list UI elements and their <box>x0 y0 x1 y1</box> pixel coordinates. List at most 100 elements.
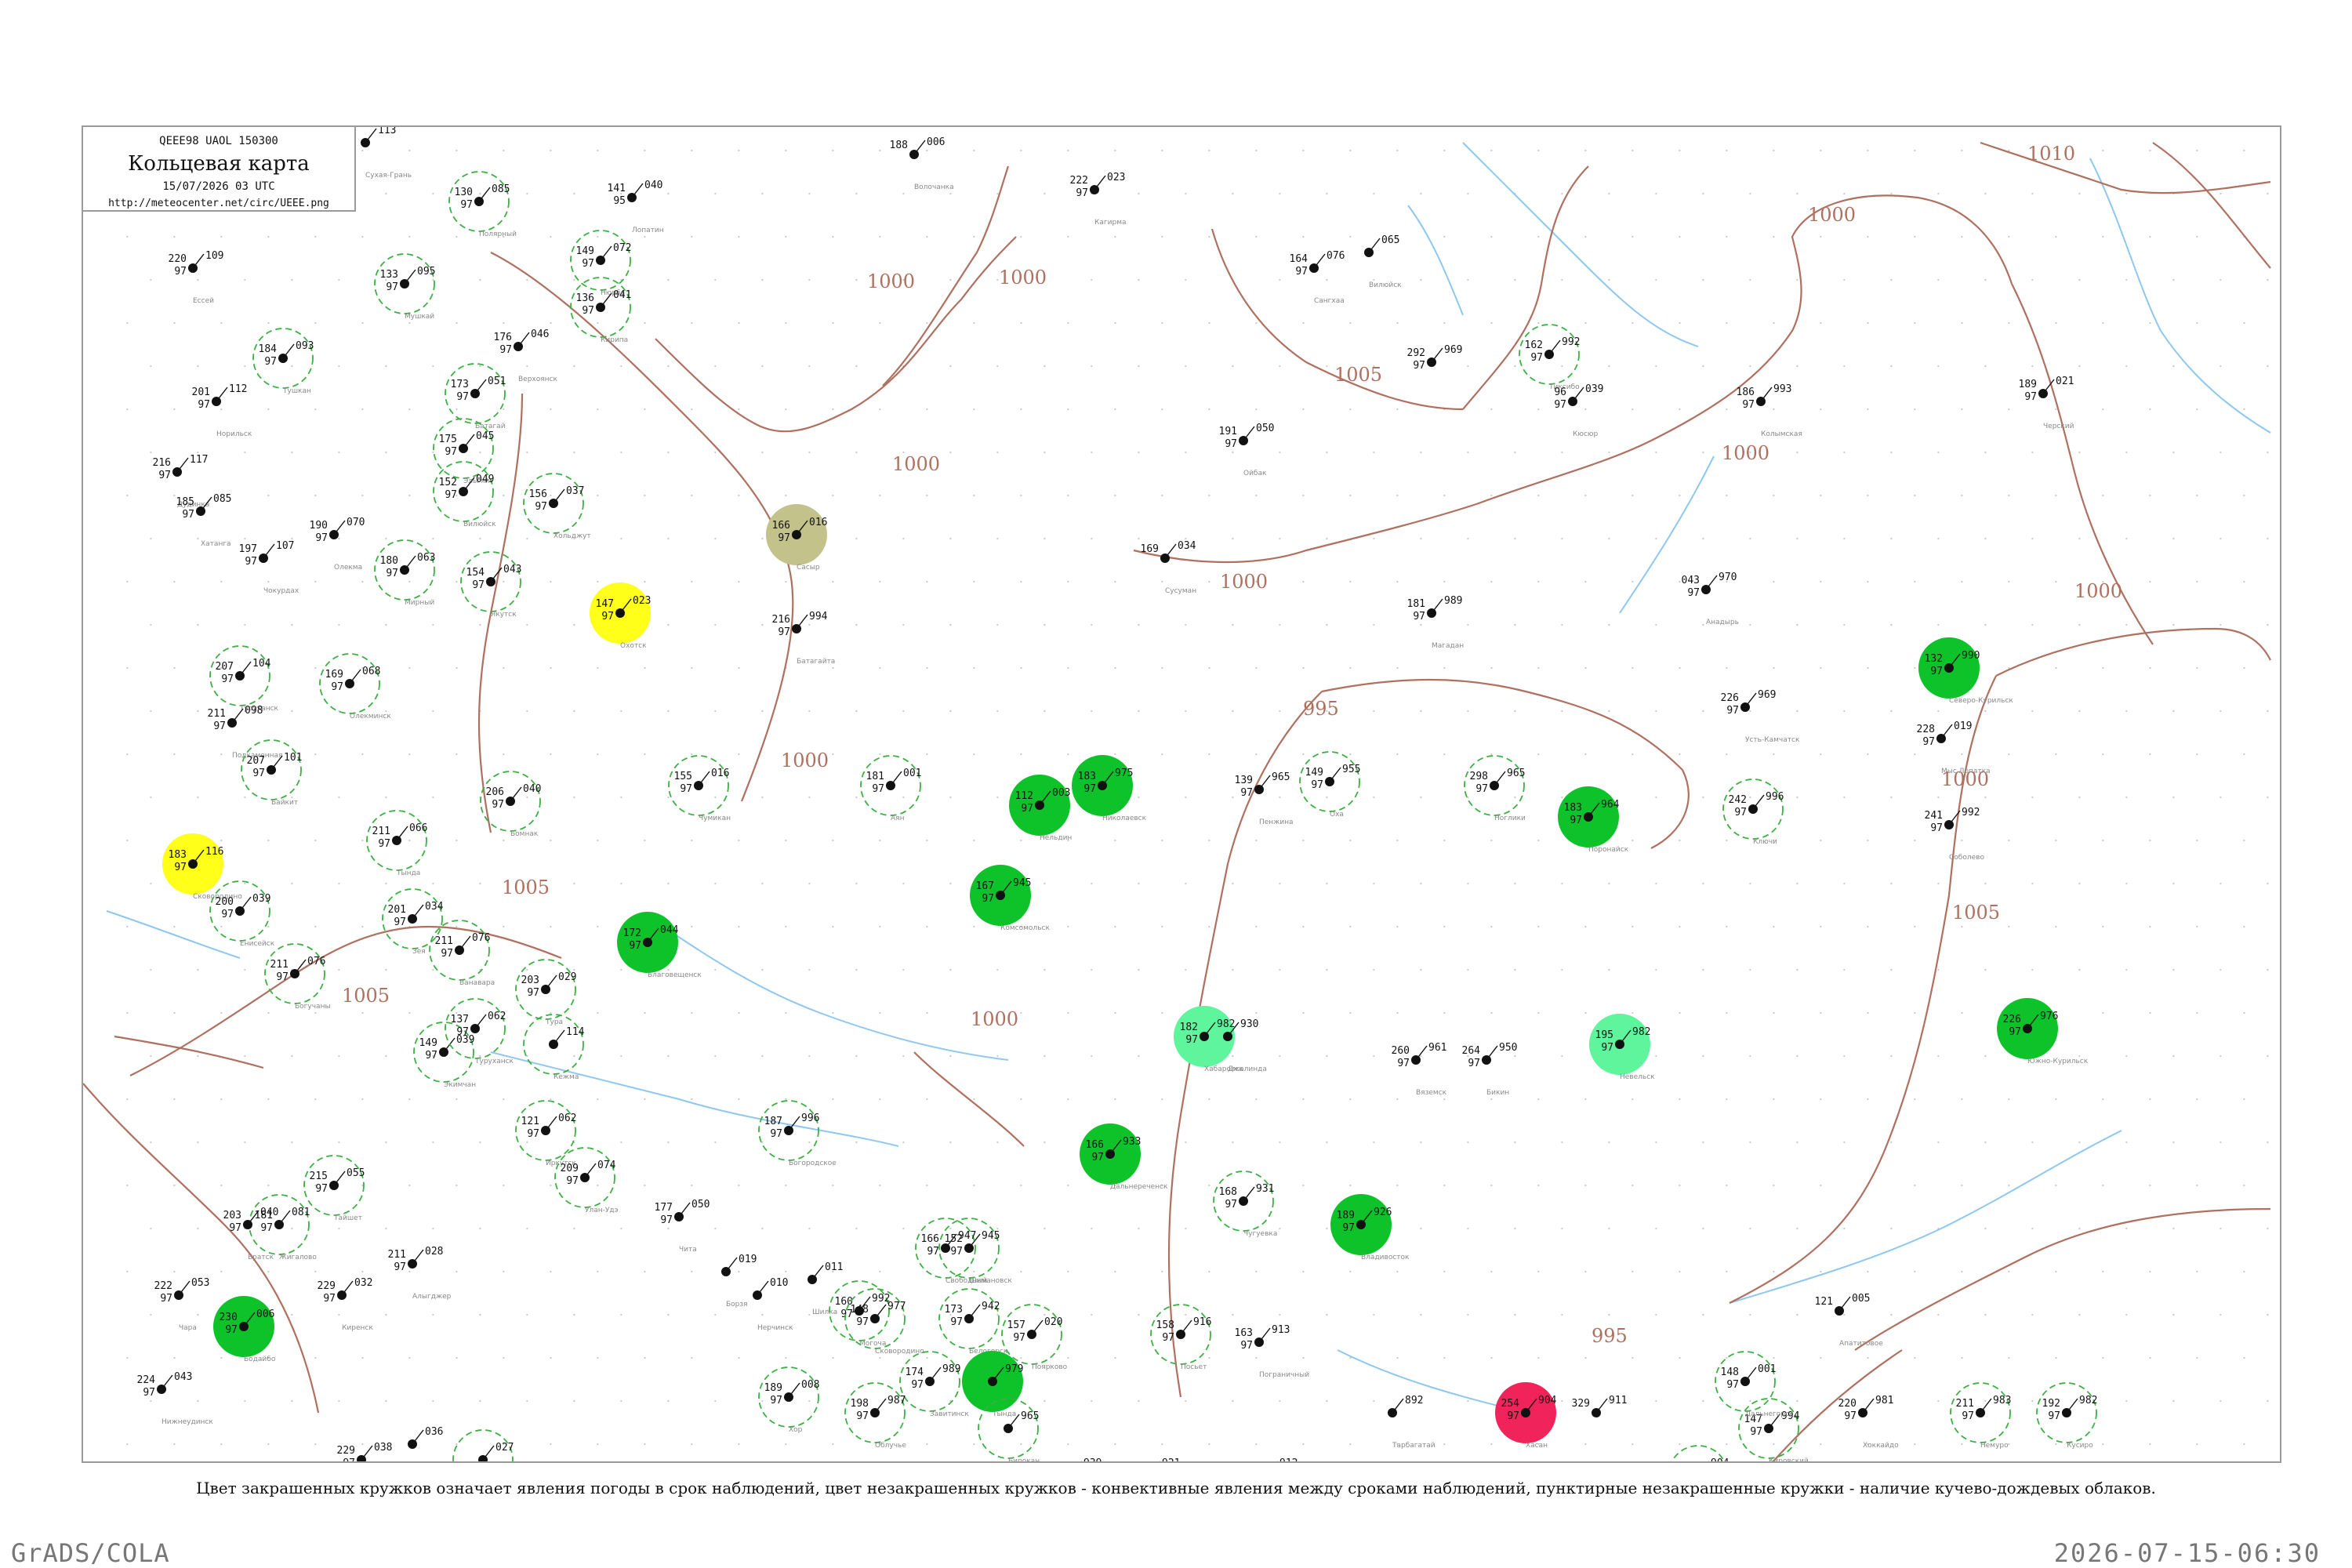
station-name: Пограничный <box>1259 1371 1309 1379</box>
grid-dot <box>1914 1184 1916 1187</box>
grid-dot <box>1726 925 1728 928</box>
grid-dot <box>1232 968 1234 971</box>
grid-dot <box>1820 1443 1822 1446</box>
station-humidity: 97 <box>1342 1222 1355 1234</box>
grid-dot <box>996 1141 999 1144</box>
grid-dot <box>314 494 317 497</box>
grid-dot <box>1373 278 1375 281</box>
station-pressure: 982 <box>1217 1018 1235 1030</box>
grid-dot <box>1726 149 1728 152</box>
grid-dot <box>1067 666 1069 670</box>
grid-dot <box>926 1011 928 1014</box>
grid-dot <box>1302 1356 1305 1359</box>
station-marker: 183 97597Николаевск <box>1072 755 1147 822</box>
grid-dot <box>1726 321 1728 325</box>
station-temperature: 139 <box>1235 775 1253 786</box>
grid-dot <box>1138 710 1140 713</box>
grid-dot <box>1020 321 1022 325</box>
station-pressure: 965 <box>1021 1410 1039 1422</box>
grid-dot <box>503 408 505 411</box>
station-pressure: 076 <box>472 932 490 944</box>
grid-dot <box>1185 623 1187 626</box>
grid-dot <box>1067 1270 1069 1273</box>
grid-dot <box>1208 1098 1210 1101</box>
grid-dot <box>408 235 411 238</box>
grid-dot <box>2196 408 2198 411</box>
grid-dot <box>1020 149 1022 152</box>
grid-dot <box>2125 451 2128 454</box>
grid-dot <box>1255 1443 1258 1446</box>
grid-dot <box>926 1356 928 1359</box>
grid-dot <box>1467 882 1469 885</box>
station-temperature: 169 <box>325 669 343 681</box>
grid-dot <box>1773 666 1775 670</box>
grid-dot <box>173 321 176 325</box>
grid-dot <box>2102 321 2104 325</box>
station-name: Туруханск <box>474 1058 514 1065</box>
station-temperature: 215 <box>310 1171 328 1182</box>
grid-dot <box>1185 1399 1187 1403</box>
grid-dot <box>902 796 905 799</box>
station-name: Тында <box>396 869 420 877</box>
station-marker: 211 98397Немуро <box>1950 1382 2011 1450</box>
grid-dot <box>1420 623 1422 626</box>
grid-dot <box>1796 796 1798 799</box>
grid-dot <box>338 278 340 281</box>
grid-dot <box>1326 1313 1328 1316</box>
isobar-label-1005: 1005 <box>502 877 550 898</box>
grid-dot <box>1726 1443 1728 1446</box>
grid-dot <box>1584 580 1587 583</box>
grid-dot <box>738 494 740 497</box>
grid-dot <box>1467 1227 1469 1230</box>
bulletin-code: QEEE98 UAOL 150300 <box>159 135 278 147</box>
grid-dot <box>550 925 552 928</box>
grid-dot <box>2243 925 2245 928</box>
station-name: Волочанка <box>914 183 954 191</box>
grid-dot <box>644 580 646 583</box>
grid-dot <box>1326 365 1328 368</box>
grid-dot <box>1020 1184 1022 1187</box>
station-temperature: 184 <box>259 343 278 355</box>
grid-dot <box>291 623 293 626</box>
wind-barb-icon <box>459 935 471 951</box>
grid-dot <box>1255 494 1258 497</box>
grid-dot <box>1396 321 1399 325</box>
grid-dot <box>173 235 176 238</box>
station-humidity: 97 <box>1240 1340 1253 1352</box>
grid-dot <box>996 710 999 713</box>
station-temperature: 173 <box>945 1304 963 1316</box>
grid-dot <box>1467 278 1469 281</box>
grid-dot <box>2031 451 2034 454</box>
grid-dot <box>855 1141 858 1144</box>
grid-dot <box>361 753 364 756</box>
grid-dot <box>902 1054 905 1058</box>
grid-dot <box>1655 968 1657 971</box>
grid-dot <box>1490 1443 1493 1446</box>
station-marker: 147 99497Кировский <box>1738 1398 1809 1461</box>
wind-barb-icon <box>263 543 275 559</box>
grid-dot <box>126 1184 129 1187</box>
grid-dot <box>1914 321 1916 325</box>
isobar-label-1000: 1000 <box>892 453 940 475</box>
station-pressure: 055 <box>347 1167 365 1179</box>
grid-dot <box>691 666 693 670</box>
station-pressure: 993 <box>1773 383 1791 395</box>
grid-dot <box>479 537 481 540</box>
grid-dot <box>1067 753 1069 756</box>
station-temperature: 163 <box>1235 1327 1253 1339</box>
grid-dot <box>1044 1054 1046 1058</box>
grid-dot <box>1561 192 1563 195</box>
grid-dot <box>1796 623 1798 626</box>
station-pressure: 043 <box>174 1371 192 1383</box>
grid-dot <box>573 968 575 971</box>
grid-dot <box>150 968 152 971</box>
station-humidity: 97 <box>221 909 234 920</box>
grid-dot <box>1232 451 1234 454</box>
grid-dot <box>267 1098 270 1101</box>
grid-dot <box>2149 149 2151 152</box>
grid-dot <box>2196 235 2198 238</box>
grid-dot <box>573 1399 575 1403</box>
grid-dot <box>1984 1227 1987 1230</box>
station-name: Тура <box>545 1018 563 1026</box>
grid-dot <box>832 753 834 756</box>
